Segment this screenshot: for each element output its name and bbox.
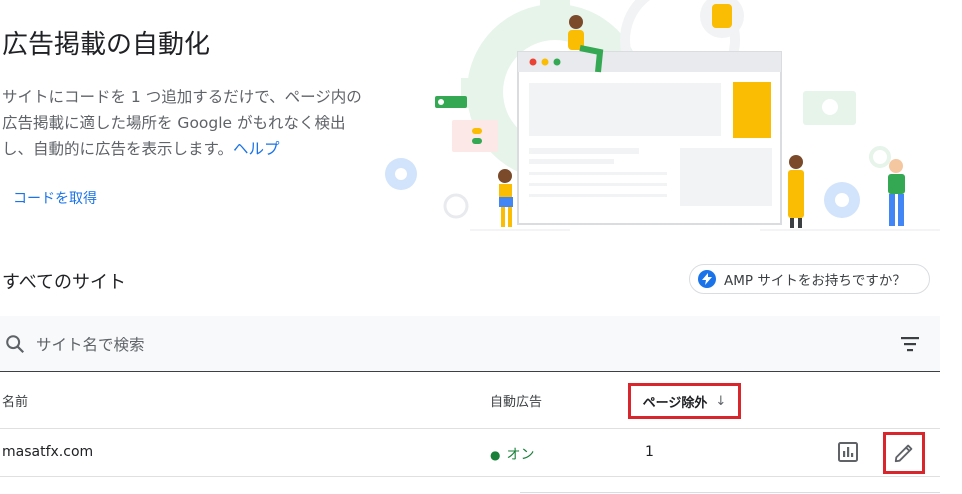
get-code-link[interactable]: コードを取得 — [13, 188, 97, 208]
description-text: サイトにコードを 1 つ追加するだけで、ページ内の広告掲載に適した場所を Goo… — [2, 88, 362, 158]
amp-sites-chip[interactable]: AMP サイトをお持ちですか？ — [689, 264, 930, 294]
lightning-bolt-icon — [698, 270, 716, 288]
footer-divider — [520, 492, 940, 493]
sort-arrow-down-icon: ↓ — [715, 393, 727, 409]
edit-button[interactable] — [883, 432, 925, 474]
pencil-icon — [894, 444, 913, 463]
browser-window-illustration — [517, 51, 782, 225]
site-name-cell: masatfx.com — [2, 444, 94, 460]
section-title: すべてのサイト — [2, 272, 127, 293]
page-description: サイトにコードを 1 つ追加するだけで、ページ内の広告掲載に適した場所を Goo… — [2, 84, 374, 162]
header-divider — [0, 428, 940, 429]
auto-ads-illustration — [385, 0, 940, 231]
column-header-auto-ads[interactable]: 自動広告 — [490, 391, 542, 410]
excluded-pages-label: ページ除外 — [642, 395, 708, 411]
search-bar — [0, 316, 940, 372]
search-input[interactable] — [34, 330, 738, 360]
filter-icon[interactable] — [896, 332, 924, 356]
excluded-pages-cell: 1 — [645, 444, 654, 460]
status-dot-icon: ● — [490, 448, 501, 462]
column-header-excluded-pages[interactable]: ページ除外 ↓ — [628, 383, 741, 419]
auto-ads-status-cell: ● オン — [490, 444, 534, 464]
auto-ads-status-text: オン — [506, 447, 535, 463]
help-link[interactable]: ヘルプ — [233, 140, 280, 158]
page-title: 広告掲載の自動化 — [2, 30, 211, 60]
search-icon — [6, 335, 25, 354]
table-row[interactable] — [0, 430, 940, 476]
row-divider — [0, 476, 940, 477]
amp-chip-label: AMP サイトをお持ちですか？ — [724, 273, 906, 289]
bar-chart-icon[interactable] — [836, 440, 860, 464]
column-header-name[interactable]: 名前 — [2, 391, 28, 410]
